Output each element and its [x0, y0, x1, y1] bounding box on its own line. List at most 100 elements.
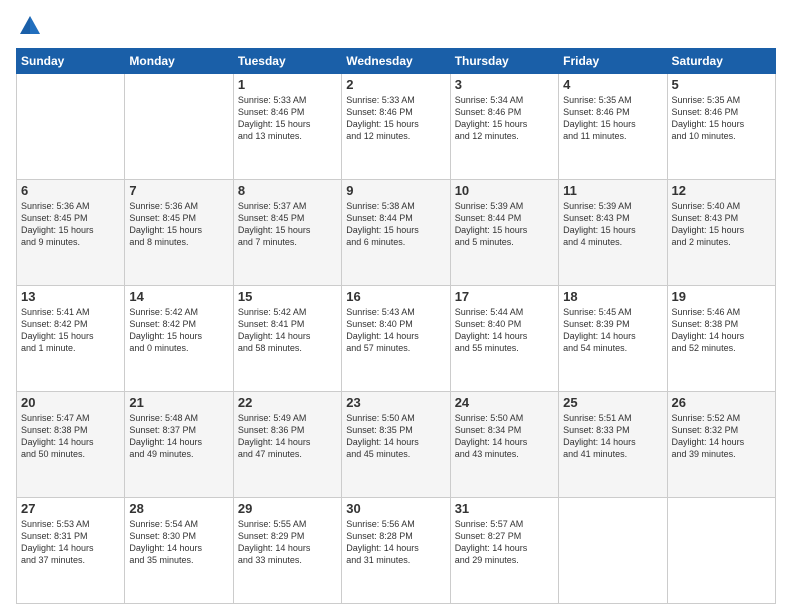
day-info: Sunrise: 5:39 AM Sunset: 8:44 PM Dayligh…: [455, 200, 554, 249]
day-number: 13: [21, 289, 120, 304]
day-number: 24: [455, 395, 554, 410]
calendar-cell: 1 Sunrise: 5:33 AM Sunset: 8:46 PM Daylig…: [233, 74, 341, 180]
day-info: Sunrise: 5:42 AM Sunset: 8:42 PM Dayligh…: [129, 306, 228, 355]
day-info: Sunrise: 5:34 AM Sunset: 8:46 PM Dayligh…: [455, 94, 554, 143]
calendar-cell: [125, 74, 233, 180]
calendar-cell: 11 Sunrise: 5:39 AM Sunset: 8:43 PM Dayli…: [559, 180, 667, 286]
day-number: 14: [129, 289, 228, 304]
calendar-cell: 21Sunrise: 5:48 AM Sunset: 8:37 PM Dayli…: [125, 392, 233, 498]
day-number: 7: [129, 183, 228, 198]
day-info: Sunrise: 5:51 AM Sunset: 8:33 PM Dayligh…: [563, 412, 662, 461]
calendar-header-wednesday: Wednesday: [342, 49, 450, 74]
day-info: Sunrise: 5:47 AM Sunset: 8:38 PM Dayligh…: [21, 412, 120, 461]
day-number: 18: [563, 289, 662, 304]
calendar-header-thursday: Thursday: [450, 49, 558, 74]
day-info: Sunrise: 5:39 AM Sunset: 8:43 PM Dayligh…: [563, 200, 662, 249]
calendar-cell: 31Sunrise: 5:57 AM Sunset: 8:27 PM Dayli…: [450, 498, 558, 604]
day-info: Sunrise: 5:54 AM Sunset: 8:30 PM Dayligh…: [129, 518, 228, 567]
day-number: 19: [672, 289, 771, 304]
calendar-cell: 15 Sunrise: 5:42 AM Sunset: 8:41 PM Dayli…: [233, 286, 341, 392]
calendar-cell: 5 Sunrise: 5:35 AM Sunset: 8:46 PM Daylig…: [667, 74, 775, 180]
calendar-cell: 13 Sunrise: 5:41 AM Sunset: 8:42 PM Dayli…: [17, 286, 125, 392]
calendar-cell: 10 Sunrise: 5:39 AM Sunset: 8:44 PM Dayli…: [450, 180, 558, 286]
calendar-cell: 20 Sunrise: 5:47 AM Sunset: 8:38 PM Dayli…: [17, 392, 125, 498]
day-info: Sunrise: 5:36 AM Sunset: 8:45 PM Dayligh…: [129, 200, 228, 249]
calendar-week-1: 1 Sunrise: 5:33 AM Sunset: 8:46 PM Daylig…: [17, 74, 776, 180]
day-info: Sunrise: 5:36 AM Sunset: 8:45 PM Dayligh…: [21, 200, 120, 249]
calendar-header-saturday: Saturday: [667, 49, 775, 74]
calendar-cell: 3 Sunrise: 5:34 AM Sunset: 8:46 PM Daylig…: [450, 74, 558, 180]
calendar-cell: 22 Sunrise: 5:49 AM Sunset: 8:36 PM Dayli…: [233, 392, 341, 498]
day-info: Sunrise: 5:50 AM Sunset: 8:34 PM Dayligh…: [455, 412, 554, 461]
day-number: 10: [455, 183, 554, 198]
calendar-cell: 30 Sunrise: 5:56 AM Sunset: 8:28 PM Dayli…: [342, 498, 450, 604]
day-info: Sunrise: 5:35 AM Sunset: 8:46 PM Dayligh…: [672, 94, 771, 143]
calendar-week-5: 27 Sunrise: 5:53 AM Sunset: 8:31 PM Dayli…: [17, 498, 776, 604]
calendar-cell: 26 Sunrise: 5:52 AM Sunset: 8:32 PM Dayli…: [667, 392, 775, 498]
day-info: Sunrise: 5:48 AM Sunset: 8:37 PM Dayligh…: [129, 412, 228, 461]
calendar-header-row: SundayMondayTuesdayWednesdayThursdayFrid…: [17, 49, 776, 74]
day-info: Sunrise: 5:49 AM Sunset: 8:36 PM Dayligh…: [238, 412, 337, 461]
day-number: 5: [672, 77, 771, 92]
day-number: 27: [21, 501, 120, 516]
day-info: Sunrise: 5:42 AM Sunset: 8:41 PM Dayligh…: [238, 306, 337, 355]
day-number: 12: [672, 183, 771, 198]
day-number: 26: [672, 395, 771, 410]
day-info: Sunrise: 5:37 AM Sunset: 8:45 PM Dayligh…: [238, 200, 337, 249]
calendar-cell: 19 Sunrise: 5:46 AM Sunset: 8:38 PM Dayli…: [667, 286, 775, 392]
logo-icon: [16, 12, 44, 40]
calendar-header-tuesday: Tuesday: [233, 49, 341, 74]
header: [16, 12, 776, 40]
calendar-week-4: 20 Sunrise: 5:47 AM Sunset: 8:38 PM Dayli…: [17, 392, 776, 498]
day-info: Sunrise: 5:50 AM Sunset: 8:35 PM Dayligh…: [346, 412, 445, 461]
calendar-table: SundayMondayTuesdayWednesdayThursdayFrid…: [16, 48, 776, 604]
calendar-cell: 18 Sunrise: 5:45 AM Sunset: 8:39 PM Dayli…: [559, 286, 667, 392]
calendar-cell: 8 Sunrise: 5:37 AM Sunset: 8:45 PM Daylig…: [233, 180, 341, 286]
day-number: 23: [346, 395, 445, 410]
calendar-cell: 16Sunrise: 5:43 AM Sunset: 8:40 PM Dayli…: [342, 286, 450, 392]
day-number: 17: [455, 289, 554, 304]
day-number: 29: [238, 501, 337, 516]
day-info: Sunrise: 5:52 AM Sunset: 8:32 PM Dayligh…: [672, 412, 771, 461]
day-info: Sunrise: 5:55 AM Sunset: 8:29 PM Dayligh…: [238, 518, 337, 567]
calendar-cell: 27 Sunrise: 5:53 AM Sunset: 8:31 PM Dayli…: [17, 498, 125, 604]
calendar-week-2: 6 Sunrise: 5:36 AM Sunset: 8:45 PM Daylig…: [17, 180, 776, 286]
page: SundayMondayTuesdayWednesdayThursdayFrid…: [0, 0, 792, 612]
day-number: 11: [563, 183, 662, 198]
day-info: Sunrise: 5:46 AM Sunset: 8:38 PM Dayligh…: [672, 306, 771, 355]
day-info: Sunrise: 5:33 AM Sunset: 8:46 PM Dayligh…: [238, 94, 337, 143]
day-number: 6: [21, 183, 120, 198]
day-info: Sunrise: 5:53 AM Sunset: 8:31 PM Dayligh…: [21, 518, 120, 567]
calendar-cell: 6 Sunrise: 5:36 AM Sunset: 8:45 PM Daylig…: [17, 180, 125, 286]
day-info: Sunrise: 5:35 AM Sunset: 8:46 PM Dayligh…: [563, 94, 662, 143]
day-number: 3: [455, 77, 554, 92]
day-number: 15: [238, 289, 337, 304]
day-info: Sunrise: 5:45 AM Sunset: 8:39 PM Dayligh…: [563, 306, 662, 355]
calendar-cell: 28 Sunrise: 5:54 AM Sunset: 8:30 PM Dayli…: [125, 498, 233, 604]
calendar-cell: 24 Sunrise: 5:50 AM Sunset: 8:34 PM Dayli…: [450, 392, 558, 498]
day-info: Sunrise: 5:33 AM Sunset: 8:46 PM Dayligh…: [346, 94, 445, 143]
day-number: 8: [238, 183, 337, 198]
calendar-cell: [559, 498, 667, 604]
day-number: 20: [21, 395, 120, 410]
day-number: 22: [238, 395, 337, 410]
calendar-cell: 29 Sunrise: 5:55 AM Sunset: 8:29 PM Dayli…: [233, 498, 341, 604]
calendar-header-friday: Friday: [559, 49, 667, 74]
calendar-cell: [667, 498, 775, 604]
calendar-cell: [17, 74, 125, 180]
day-info: Sunrise: 5:38 AM Sunset: 8:44 PM Dayligh…: [346, 200, 445, 249]
day-info: Sunrise: 5:56 AM Sunset: 8:28 PM Dayligh…: [346, 518, 445, 567]
calendar-cell: 2Sunrise: 5:33 AM Sunset: 8:46 PM Daylig…: [342, 74, 450, 180]
day-number: 9: [346, 183, 445, 198]
day-info: Sunrise: 5:44 AM Sunset: 8:40 PM Dayligh…: [455, 306, 554, 355]
calendar-cell: 17 Sunrise: 5:44 AM Sunset: 8:40 PM Dayli…: [450, 286, 558, 392]
calendar-cell: 9 Sunrise: 5:38 AM Sunset: 8:44 PM Daylig…: [342, 180, 450, 286]
calendar-header-sunday: Sunday: [17, 49, 125, 74]
day-number: 30: [346, 501, 445, 516]
logo: [16, 12, 48, 40]
day-number: 28: [129, 501, 228, 516]
day-number: 1: [238, 77, 337, 92]
calendar-cell: 14 Sunrise: 5:42 AM Sunset: 8:42 PM Dayli…: [125, 286, 233, 392]
calendar-cell: 12Sunrise: 5:40 AM Sunset: 8:43 PM Dayli…: [667, 180, 775, 286]
day-info: Sunrise: 5:41 AM Sunset: 8:42 PM Dayligh…: [21, 306, 120, 355]
